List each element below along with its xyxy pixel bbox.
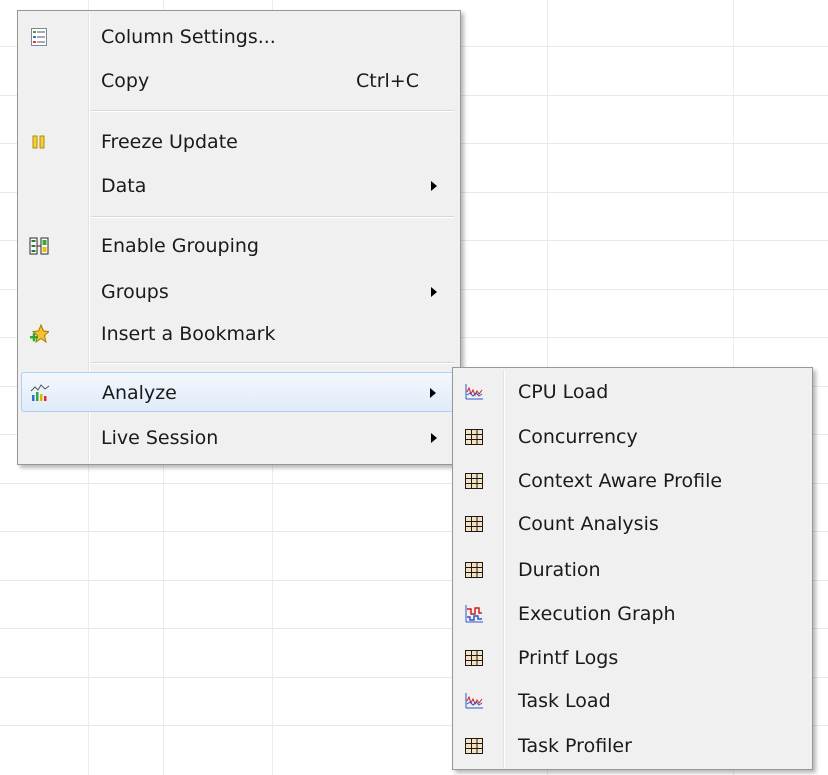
submenu-item-label: Concurrency	[518, 426, 638, 448]
menu-item-data[interactable]: Data	[21, 166, 457, 206]
bookmark-star-icon	[28, 323, 50, 345]
line-chart-icon	[463, 690, 485, 712]
table-grid-icon	[463, 470, 485, 492]
submenu-item-label: Task Load	[518, 690, 611, 712]
table-grid-icon	[463, 513, 485, 535]
menu-item-label: Insert a Bookmark	[101, 323, 276, 345]
submenu-item-concurrency[interactable]: Concurrency	[456, 417, 809, 457]
menu-item-label: Enable Grouping	[101, 235, 259, 257]
analyze-chart-icon	[29, 382, 51, 404]
submenu-item-printf-logs[interactable]: Printf Logs	[456, 638, 809, 678]
table-grid-icon	[463, 735, 485, 757]
menu-separator	[91, 216, 454, 218]
submenu-item-label: Duration	[518, 559, 601, 581]
submenu-item-label: CPU Load	[518, 381, 609, 403]
context-menu: Column Settings... Copy Ctrl+C Freeze Up…	[17, 10, 461, 465]
submenu-item-count-analysis[interactable]: Count Analysis	[456, 504, 809, 544]
analyze-submenu: CPU Load Concurrency Context Aware Profi…	[452, 367, 813, 770]
pause-icon	[28, 131, 50, 153]
submenu-arrow-icon	[430, 388, 436, 398]
menu-item-label: Data	[101, 175, 147, 197]
submenu-arrow-icon	[431, 287, 437, 297]
table-grid-icon	[463, 559, 485, 581]
submenu-item-task-load[interactable]: Task Load	[456, 681, 809, 721]
menu-item-label: Copy	[101, 70, 150, 92]
submenu-item-label: Count Analysis	[518, 513, 659, 535]
submenu-item-cpu-load[interactable]: CPU Load	[456, 372, 809, 412]
menu-item-live-session[interactable]: Live Session	[21, 418, 457, 458]
line-chart-icon	[463, 381, 485, 403]
menu-separator	[91, 362, 454, 364]
menu-separator	[91, 110, 454, 112]
menu-item-column-settings[interactable]: Column Settings...	[21, 17, 457, 57]
submenu-item-label: Printf Logs	[518, 647, 619, 669]
menu-item-freeze-update[interactable]: Freeze Update	[21, 122, 457, 162]
menu-item-enable-grouping[interactable]: Enable Grouping	[21, 226, 457, 266]
submenu-item-execution-graph[interactable]: Execution Graph	[456, 594, 809, 634]
menu-item-label: Freeze Update	[101, 131, 238, 153]
grouping-icon	[28, 235, 50, 257]
submenu-item-label: Context Aware Profile	[518, 470, 723, 492]
menu-item-insert-bookmark[interactable]: Insert a Bookmark	[21, 314, 457, 354]
submenu-item-context-aware-profile[interactable]: Context Aware Profile	[456, 461, 809, 501]
column-settings-icon	[28, 26, 50, 48]
submenu-arrow-icon	[431, 433, 437, 443]
table-grid-icon	[463, 426, 485, 448]
menu-item-label: Analyze	[102, 382, 177, 404]
menu-item-label: Live Session	[101, 427, 219, 449]
submenu-item-label: Task Profiler	[518, 735, 632, 757]
submenu-item-task-profiler[interactable]: Task Profiler	[456, 726, 809, 766]
submenu-item-label: Execution Graph	[518, 603, 676, 625]
menu-item-label: Groups	[101, 281, 169, 303]
table-grid-icon	[463, 647, 485, 669]
menu-item-groups[interactable]: Groups	[21, 272, 457, 312]
submenu-arrow-icon	[431, 181, 437, 191]
shortcut-label: Ctrl+C	[356, 70, 419, 92]
menu-item-analyze[interactable]: Analyze	[21, 372, 457, 412]
submenu-item-duration[interactable]: Duration	[456, 550, 809, 590]
menu-item-copy[interactable]: Copy Ctrl+C	[21, 61, 457, 101]
menu-item-label: Column Settings...	[101, 26, 276, 48]
execution-graph-icon	[463, 603, 485, 625]
